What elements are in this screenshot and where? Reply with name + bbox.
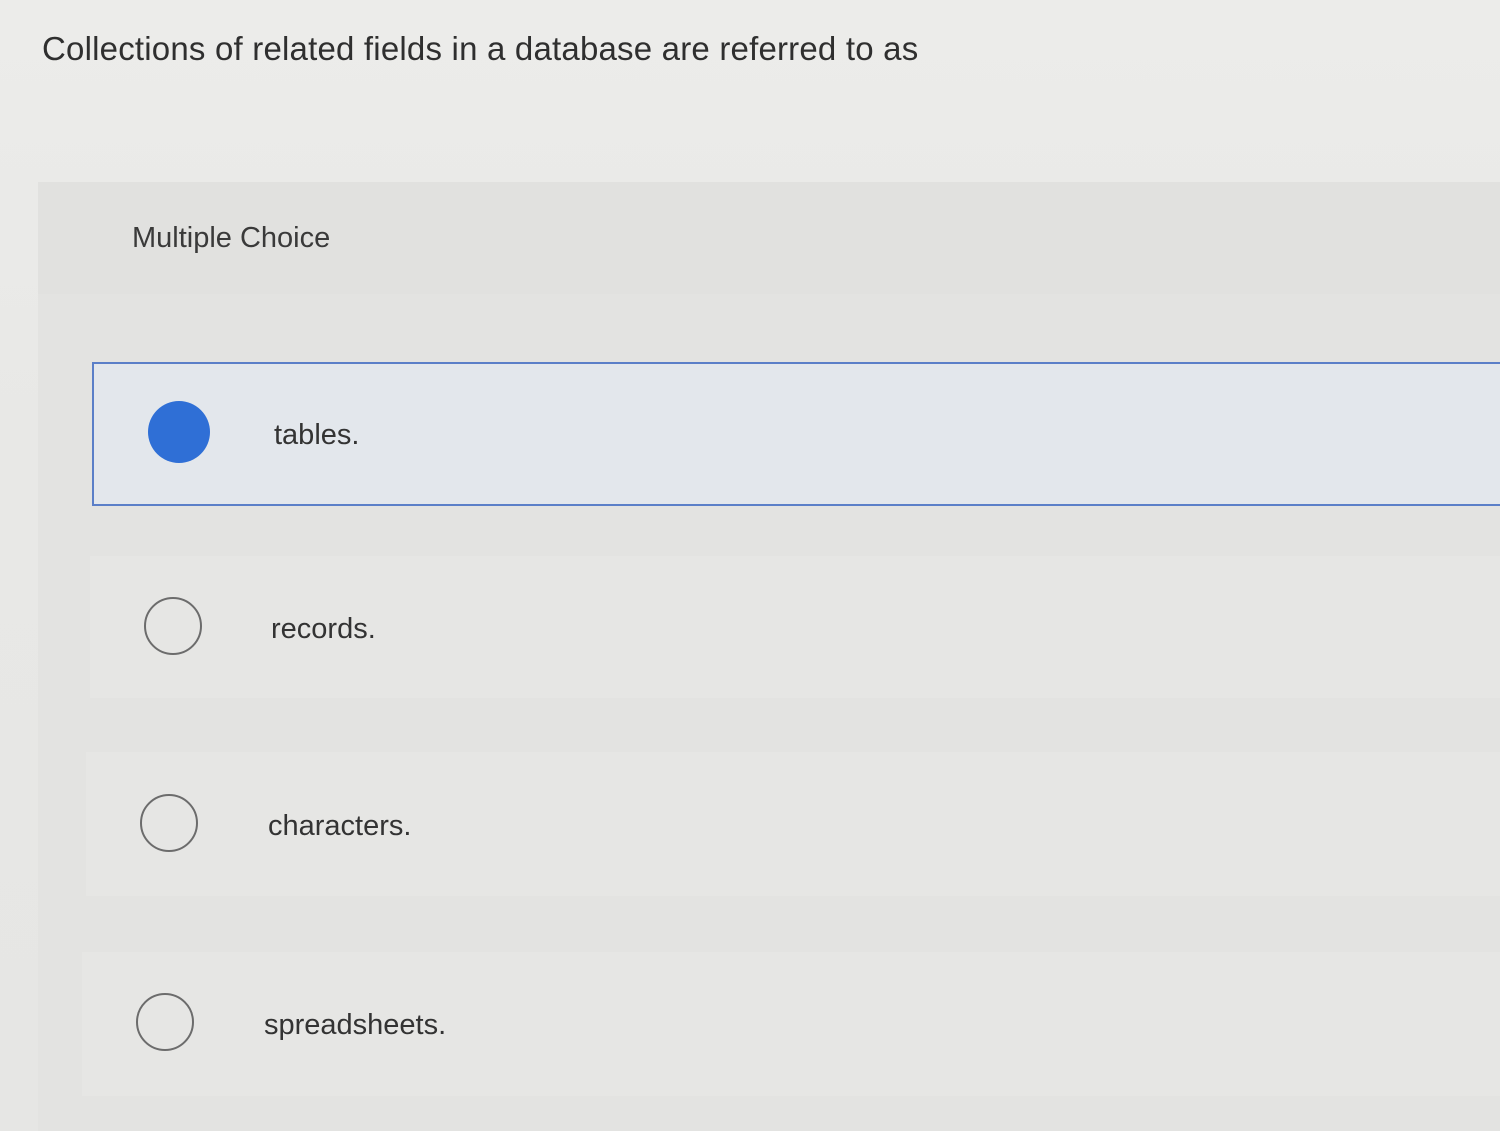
radio-selected-icon[interactable] — [148, 401, 210, 463]
answer-option-records[interactable]: records. — [90, 556, 1500, 698]
multiple-choice-label: Multiple Choice — [132, 222, 331, 254]
answer-option-tables[interactable]: tables. — [92, 362, 1500, 506]
question-text: Collections of related fields in a datab… — [42, 30, 919, 67]
answer-option-label: characters. — [268, 810, 412, 842]
answer-option-characters[interactable]: characters. — [86, 752, 1500, 896]
answer-option-label: spreadsheets. — [264, 1009, 447, 1041]
radio-unselected-icon[interactable] — [144, 597, 202, 655]
radio-unselected-icon[interactable] — [140, 794, 198, 852]
radio-unselected-icon[interactable] — [136, 993, 194, 1051]
answer-option-label: records. — [271, 613, 376, 645]
answer-option-label: tables. — [274, 419, 360, 451]
quiz-page: Collections of related fields in a datab… — [0, 0, 1500, 1131]
answer-option-spreadsheets[interactable]: spreadsheets. — [82, 952, 1500, 1096]
